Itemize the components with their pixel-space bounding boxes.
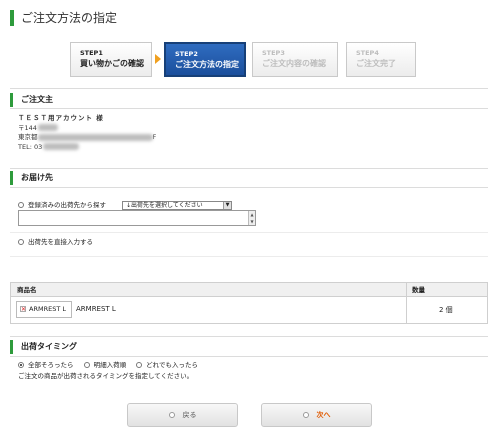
timing-option-arrival[interactable]: 明細入荷順: [83, 361, 127, 369]
radio-button[interactable]: [136, 362, 143, 368]
product-column-header: 商品名: [17, 286, 37, 294]
step-number: STEP2: [175, 50, 198, 58]
timing-heading: 出荷タイミング: [10, 340, 77, 354]
next-button-label: 次へ: [316, 411, 331, 419]
step-label: ご注文方法の指定: [175, 60, 239, 69]
select-value: ↓出荷先を選択してください: [126, 202, 203, 209]
product-name: ARMREST L: [76, 305, 116, 313]
timing-note: ご注文の商品が出荷されるタイミングを指定してください。: [18, 372, 194, 380]
option-label: どれでも入ったら: [146, 361, 198, 369]
divider: [10, 356, 488, 357]
table-header: 商品名 数量: [11, 283, 487, 297]
divider: [10, 187, 488, 188]
column-divider: [406, 297, 407, 323]
option-label: 登録済みの出荷先から探す: [28, 201, 106, 209]
next-button[interactable]: 次へ: [261, 403, 372, 427]
redacted-text: [37, 124, 58, 131]
delivery-heading: お届け先: [10, 171, 53, 185]
divider: [10, 256, 488, 257]
table-row: ✕ ARMREST L ARMREST L 2 個: [11, 297, 487, 323]
option-label: 出荷先を直接入力する: [28, 238, 93, 246]
step-number: STEP4: [356, 49, 379, 57]
circle-icon: [302, 412, 309, 418]
divider: [10, 88, 488, 89]
customer-heading: ご注文主: [10, 93, 53, 107]
divider: [10, 108, 488, 109]
step-number: STEP1: [80, 49, 103, 57]
step-3: STEP3 ご注文内容の確認: [252, 42, 338, 77]
radio-button-selected[interactable]: [18, 362, 24, 368]
customer-address: ＴＥＳＴ用アカウント 様 〒144 東京都 F TEL: 03: [18, 114, 156, 152]
circle-icon: [168, 412, 175, 418]
page-title: ご注文方法の指定: [10, 10, 117, 26]
step-label: ご注文完了: [356, 59, 396, 68]
shipping-address-textarea[interactable]: ▲ ▼: [18, 210, 256, 226]
address-suffix: F: [152, 133, 157, 141]
product-image[interactable]: ✕ ARMREST L: [16, 301, 72, 318]
back-button[interactable]: 戻る: [127, 403, 238, 427]
direct-address-option[interactable]: 出荷先を直接入力する: [18, 238, 93, 247]
step-label: 買い物かごの確認: [80, 59, 144, 68]
divider: [10, 336, 488, 337]
step-number: STEP3: [262, 49, 285, 57]
scrollbar[interactable]: ▲ ▼: [248, 211, 255, 225]
checkout-steps: STEP1 買い物かごの確認 STEP2 ご注文方法の指定 STEP3 ご注文内…: [70, 42, 416, 77]
option-label: 全部そろったら: [28, 361, 74, 369]
registered-address-option[interactable]: 登録済みの出荷先から探す: [18, 201, 106, 210]
divider: [10, 168, 488, 169]
step-arrow-icon: [155, 54, 161, 64]
step-label: ご注文内容の確認: [262, 59, 326, 68]
step-1: STEP1 買い物かごの確認: [70, 42, 152, 77]
postal-code: 〒144: [18, 123, 37, 132]
back-button-label: 戻る: [182, 411, 197, 419]
option-label: 明細入荷順: [93, 361, 127, 369]
radio-button[interactable]: [18, 202, 24, 208]
product-quantity: 2 個: [439, 306, 453, 314]
customer-name: ＴＥＳＴ用アカウント 様: [18, 114, 104, 122]
chevron-down-icon[interactable]: ▼: [223, 202, 231, 209]
timing-options: 全部そろったら 明細入荷順 どれでも入ったら: [18, 361, 206, 370]
divider: [10, 232, 488, 233]
radio-button[interactable]: [18, 239, 24, 245]
broken-image-icon: ✕: [20, 306, 27, 313]
redacted-text: [43, 143, 80, 150]
quantity-column-header: 数量: [406, 283, 425, 296]
step-4: STEP4 ご注文完了: [346, 42, 416, 77]
address-line: 東京都: [18, 133, 38, 141]
shipping-address-select[interactable]: ↓出荷先を選択してください ▼: [122, 201, 232, 210]
redacted-text: [37, 133, 153, 141]
items-table: 商品名 数量 ✕ ARMREST L ARMREST L 2 個: [10, 282, 488, 324]
image-alt-text: ARMREST L: [29, 305, 66, 313]
telephone: TEL: 03: [18, 142, 43, 151]
timing-option-all[interactable]: 全部そろったら: [18, 361, 74, 369]
timing-option-any[interactable]: どれでも入ったら: [136, 361, 198, 369]
step-2-current: STEP2 ご注文方法の指定: [164, 42, 246, 77]
radio-button[interactable]: [83, 362, 90, 368]
